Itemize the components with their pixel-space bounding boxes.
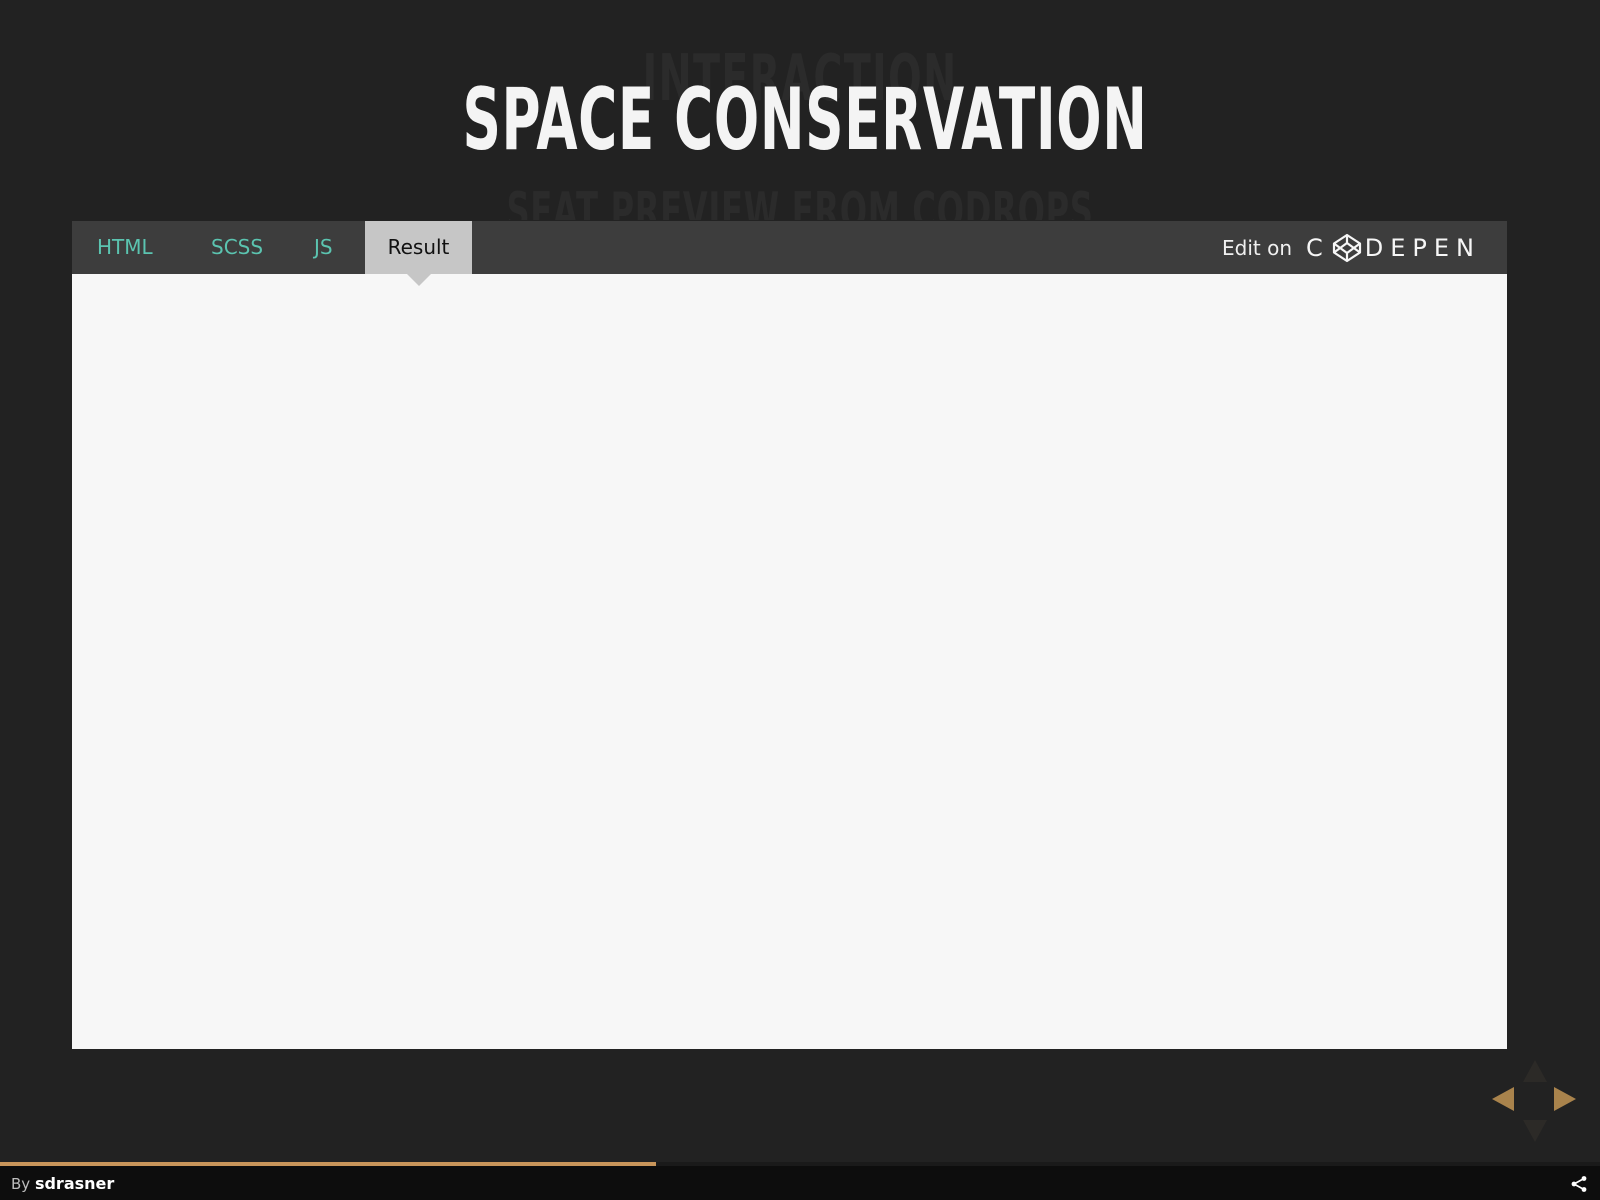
edit-on-codepen-link[interactable]: Edit on C DEPEN <box>1222 221 1481 274</box>
slide-navigation <box>1490 1056 1580 1146</box>
nav-right-arrow-icon[interactable] <box>1554 1087 1576 1111</box>
author-name[interactable]: sdrasner <box>35 1174 114 1193</box>
codepen-logo-letter-c: C <box>1306 233 1330 262</box>
result-pane[interactable] <box>72 274 1507 1049</box>
nav-up-arrow-icon[interactable] <box>1523 1060 1547 1082</box>
next-slide-title: SEAT PREVIEW FROM CODROPS <box>506 182 1094 220</box>
share-icon[interactable] <box>1570 1175 1588 1193</box>
slide-title: SPACE CONSERVATION <box>462 70 1148 170</box>
embed-tab-bar: HTML SCSS JS Result Edit on C DEPEN <box>72 221 1507 286</box>
edit-on-label: Edit on <box>1222 235 1292 260</box>
nav-left-arrow-icon[interactable] <box>1492 1087 1514 1111</box>
tab-html[interactable]: HTML <box>97 221 153 274</box>
codepen-logo-letters: DEPEN <box>1364 233 1481 262</box>
tab-result[interactable]: Result <box>365 221 472 274</box>
tab-scss[interactable]: SCSS <box>211 221 263 274</box>
slide-stage: INTERACTION SPACE CONSERVATION SEAT PREV… <box>0 0 1600 1200</box>
codepen-logo: C DEPEN <box>1306 233 1481 263</box>
footer-bar: By sdrasner <box>0 1166 1600 1200</box>
by-label: By <box>11 1175 31 1193</box>
codepen-cube-icon <box>1332 233 1361 262</box>
active-tab-pointer <box>407 274 431 286</box>
nav-down-arrow-icon[interactable] <box>1523 1120 1547 1142</box>
tab-js[interactable]: JS <box>314 221 333 274</box>
byline: By sdrasner <box>11 1174 114 1193</box>
codepen-embed: HTML SCSS JS Result Edit on C DEPEN <box>72 221 1507 1049</box>
